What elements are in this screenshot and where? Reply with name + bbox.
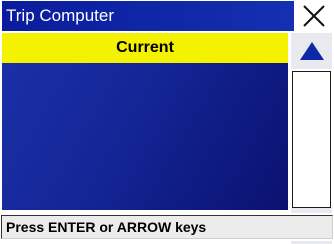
title-bar: Trip Computer [0,0,334,32]
close-button[interactable] [296,1,332,31]
current-header[interactable]: Current [2,33,288,63]
scroll-up-button[interactable] [291,33,332,69]
window-title: Trip Computer [2,1,294,31]
status-bar: Press ENTER or ARROW keys [0,213,334,241]
trip-data-list: Current [2,33,288,210]
arrow-up-icon [299,42,324,60]
scroll-track[interactable] [292,71,331,208]
scrollbar[interactable] [291,33,332,244]
status-message: Press ENTER or ARROW keys [1,215,333,239]
close-icon [303,5,325,27]
trip-computer-screen: Trip Computer Current Press ENTER or ARR… [0,0,334,244]
